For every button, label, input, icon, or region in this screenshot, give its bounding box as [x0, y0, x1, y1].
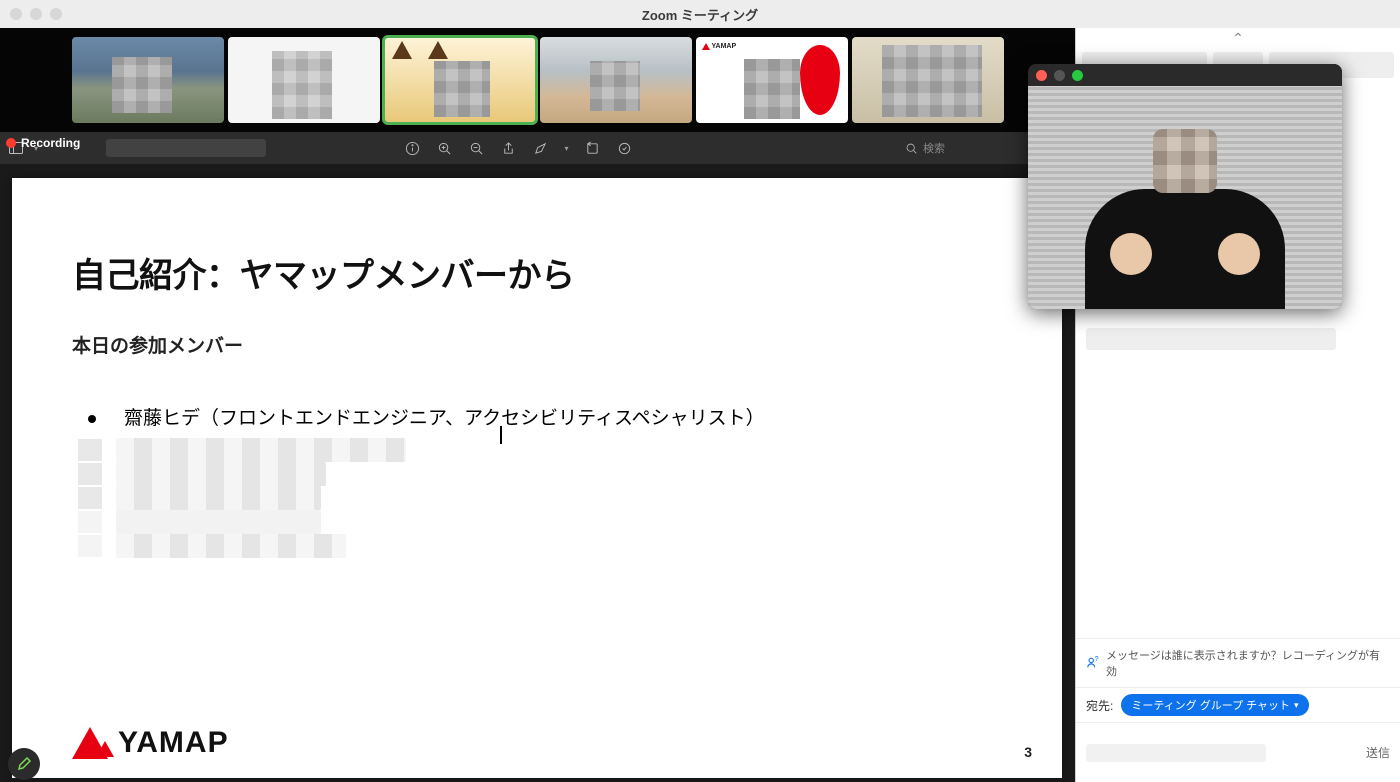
pip-title-bar[interactable]	[1028, 64, 1342, 86]
panel-collapse-toggle[interactable]: ⌃	[1076, 28, 1400, 48]
interpreter-video	[1028, 86, 1342, 309]
search-icon[interactable]	[903, 140, 919, 156]
window-title: Zoom ミーティング	[642, 5, 758, 24]
zoom-meeting-area: RACCO YAMAP Recording ▾	[0, 28, 1400, 782]
participant-gallery: RACCO YAMAP	[0, 28, 1075, 132]
slide-list-item-redacted	[72, 462, 1002, 486]
shared-source-label	[106, 139, 266, 157]
annotate-button[interactable]	[8, 748, 40, 780]
participant-tile-1[interactable]	[72, 37, 224, 123]
markup-icon[interactable]	[532, 140, 548, 156]
shared-content-toolbar: ▾ ▾ 検索	[0, 132, 1075, 164]
chat-input[interactable]	[1086, 744, 1266, 762]
slide-subtitle: 本日の参加メンバー	[72, 331, 1002, 358]
rotate-icon[interactable]	[585, 140, 601, 156]
pip-minimize-icon[interactable]	[1054, 70, 1065, 81]
share-icon[interactable]	[500, 140, 516, 156]
chat-message-redacted	[1086, 328, 1336, 350]
highlight-icon[interactable]	[617, 140, 633, 156]
chat-recipient-dropdown[interactable]: ミーティング グループ チャット▾	[1121, 694, 1308, 716]
search-label[interactable]: 検索	[923, 140, 945, 156]
chevron-down-icon[interactable]: ▾	[564, 144, 568, 153]
zoom-out-icon[interactable]	[468, 140, 484, 156]
participant-tile-2[interactable]	[228, 37, 380, 123]
svg-text:?: ?	[1095, 656, 1099, 663]
participant-tile-5[interactable]: YAMAP	[696, 37, 848, 123]
slide-title: 自己紹介：ヤマップメンバーから	[72, 248, 1002, 297]
minimize-window-icon[interactable]	[30, 8, 42, 20]
pip-close-icon[interactable]	[1036, 70, 1047, 81]
slide-list-item-redacted	[72, 438, 1002, 462]
slide-list-item-1: 齋藤ヒデ（フロントエンドエンジニア、アクセシビリティスペシャリスト）	[72, 400, 1002, 438]
chat-input-area[interactable]: 送信	[1076, 722, 1400, 782]
yamap-logo-icon	[72, 727, 108, 759]
shared-slide: 自己紹介：ヤマップメンバーから 本日の参加メンバー 齋藤ヒデ（フロントエンドエン…	[12, 178, 1062, 778]
window-title-bar: Zoom ミーティング	[0, 0, 1400, 28]
slide-page-number: 3	[1024, 744, 1032, 760]
chat-recipient-row: 宛先: ミーティング グループ チャット▾	[1076, 687, 1400, 722]
slide-list-item-redacted	[72, 486, 1002, 510]
chat-visibility-hint: ? メッセージは誰に表示されますか？レコーディングが有効	[1076, 638, 1400, 687]
chat-to-label: 宛先:	[1086, 697, 1113, 714]
info-icon[interactable]	[404, 140, 420, 156]
pip-maximize-icon[interactable]	[1072, 70, 1083, 81]
brand-logo: YAMAP	[72, 726, 229, 760]
interpreter-pip-window[interactable]	[1028, 64, 1342, 309]
participant-tile-3-active[interactable]: RACCO	[384, 37, 536, 123]
recording-label: Recording	[21, 136, 80, 150]
slide-list-item-redacted	[72, 510, 1002, 534]
recording-dot-icon	[6, 138, 16, 148]
slide-list-item-redacted	[72, 534, 1002, 558]
participant-tile-4[interactable]	[540, 37, 692, 123]
recording-indicator: Recording	[6, 136, 80, 150]
participant-tile-6[interactable]	[852, 37, 1004, 123]
text-cursor	[500, 426, 502, 444]
person-question-icon: ?	[1086, 656, 1100, 670]
chat-send-button[interactable]: 送信	[1366, 744, 1390, 761]
window-controls	[10, 8, 62, 20]
maximize-window-icon[interactable]	[50, 8, 62, 20]
zoom-in-icon[interactable]	[436, 140, 452, 156]
close-window-icon[interactable]	[10, 8, 22, 20]
